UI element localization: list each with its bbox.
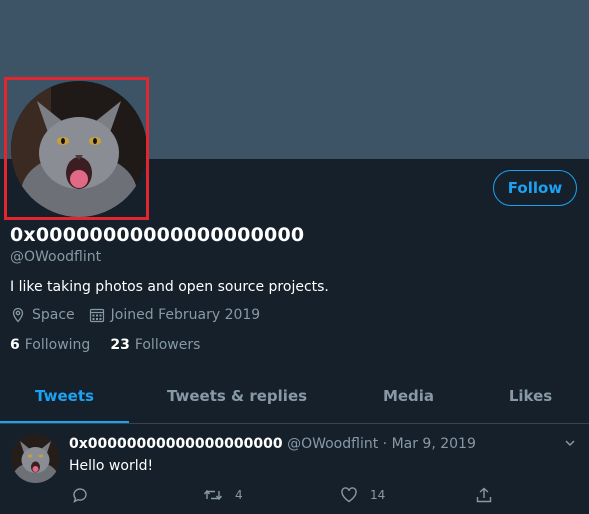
tweet-header: 0x00000000000000000000 @OWoodflint · Mar… [69,436,476,452]
profile-handle: @OWoodflint [10,249,102,265]
following-label: Following [24,337,91,353]
joined-text: Joined February 2019 [110,307,261,323]
following-link[interactable]: 6 Following [10,337,110,353]
calendar-icon [89,308,104,323]
tab-likes[interactable]: Likes [472,372,589,423]
chevron-down-icon[interactable] [563,436,577,450]
followers-label: Followers [134,337,201,353]
tweet-avatar-cat-photo [11,434,60,483]
like-count: 14 [370,488,386,502]
location-icon [12,307,24,323]
tweet-separator: · [382,436,388,452]
follow-button[interactable]: Follow [493,170,577,206]
tweet-author-handle[interactable]: @OWoodflint [287,436,378,452]
tab-tweets[interactable]: Tweets [0,372,129,423]
following-count: 6 [10,337,20,353]
tweet-date[interactable]: Mar 9, 2019 [392,436,476,452]
like-icon [341,487,357,503]
followers-link[interactable]: 23 Followers [110,337,220,353]
tweet-avatar[interactable] [11,434,60,483]
share-button[interactable] [475,486,505,504]
profile-display-name: 0x00000000000000000000 [10,224,305,246]
reply-icon [73,488,87,503]
tab-tweets-and-replies[interactable]: Tweets & replies [129,372,345,423]
retweet-icon [203,489,223,501]
like-button[interactable]: 14 [340,486,385,504]
profile-tabs: Tweets Tweets & replies Media Likes [0,372,589,424]
tab-media[interactable]: Media [345,372,472,423]
retweet-count: 4 [235,488,243,502]
profile-bio: I like taking photos and open source pro… [10,279,329,295]
followers-count: 23 [110,337,130,353]
profile-meta: Space Joined February 2019 [10,307,274,323]
tweet-actions: 4 14 [69,486,529,506]
reply-button[interactable] [71,486,101,504]
location-text: Space [32,307,75,323]
profile-joined: Joined February 2019 [89,307,261,323]
retweet-button[interactable]: 4 [203,486,243,504]
tweet-item[interactable]: 0x00000000000000000000 @OWoodflint · Mar… [0,424,589,514]
tweet-text: Hello world! [69,458,154,474]
selection-highlight-box [4,77,149,220]
profile-location: Space [10,307,75,323]
profile-stats: 6 Following 23 Followers [10,337,220,353]
share-icon [476,487,492,503]
tweet-author-name[interactable]: 0x00000000000000000000 [69,436,283,452]
